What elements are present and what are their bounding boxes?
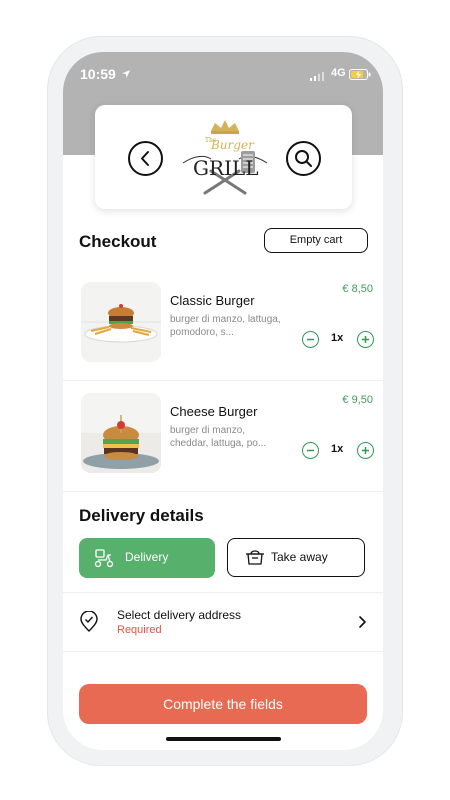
plus-icon [362, 336, 369, 343]
increase-quantity-button[interactable] [357, 331, 374, 348]
delivery-option-button[interactable]: Delivery [79, 538, 215, 578]
search-button[interactable] [286, 141, 321, 176]
takeaway-box-icon [246, 550, 264, 565]
location-arrow-icon [121, 66, 131, 84]
chevron-left-icon [141, 151, 149, 166]
increase-quantity-button[interactable] [357, 442, 374, 459]
cart-item-classic-burger[interactable]: Classic Burger burger di manzo, lattuga,… [63, 270, 383, 381]
minus-icon [307, 338, 314, 341]
item-quantity: 1x [331, 443, 344, 455]
empty-cart-button[interactable]: Empty cart [264, 228, 368, 253]
status-bar: 10:59 4G [63, 52, 383, 92]
signal-icon [310, 68, 324, 86]
logo-card: The Burger GRILL [95, 105, 352, 209]
cheese-burger-image [81, 393, 161, 473]
plus-icon [362, 447, 369, 454]
takeaway-label: Take away [271, 550, 328, 564]
checkout-title: Checkout [79, 232, 157, 251]
item-description: burger di manzo, cheddar, lattuga, po... [170, 425, 267, 449]
delivery-label: Delivery [125, 550, 169, 564]
location-pin-check-icon [80, 611, 98, 632]
app-screen: 10:59 4G The Burger GRILL Checkout Empty… [63, 52, 383, 750]
classic-burger-image [81, 282, 161, 362]
item-description: burger di manzo, lattuga, pomodoro, s... [170, 314, 281, 338]
scooter-icon [94, 549, 114, 568]
delivery-details-title: Delivery details [79, 506, 204, 525]
battery-charging-icon [349, 67, 371, 85]
item-name: Classic Burger [170, 293, 255, 308]
delivery-address-row[interactable]: Select delivery address Required [63, 592, 383, 652]
status-time: 10:59 [80, 66, 116, 82]
item-quantity: 1x [331, 332, 344, 344]
decrease-quantity-button[interactable] [302, 442, 319, 459]
takeaway-option-button[interactable]: Take away [227, 538, 365, 577]
address-required-label: Required [117, 624, 162, 636]
item-name: Cheese Burger [170, 404, 258, 419]
item-price: € 8,50 [342, 283, 373, 295]
home-indicator [166, 737, 281, 741]
decrease-quantity-button[interactable] [302, 331, 319, 348]
cart-item-cheese-burger[interactable]: Cheese Burger burger di manzo, cheddar, … [63, 381, 383, 492]
complete-fields-button[interactable]: Complete the fields [79, 684, 367, 724]
minus-icon [307, 449, 314, 452]
chevron-right-icon [359, 616, 366, 628]
network-type: 4G [331, 67, 346, 79]
back-button[interactable] [128, 141, 163, 176]
logo-burger-text: Burger [210, 138, 255, 152]
logo-grill-text: GRILL [193, 156, 259, 180]
brand-logo: The Burger GRILL [175, 115, 275, 199]
item-price: € 9,50 [342, 394, 373, 406]
search-icon [295, 150, 312, 167]
address-title: Select delivery address [117, 608, 242, 622]
